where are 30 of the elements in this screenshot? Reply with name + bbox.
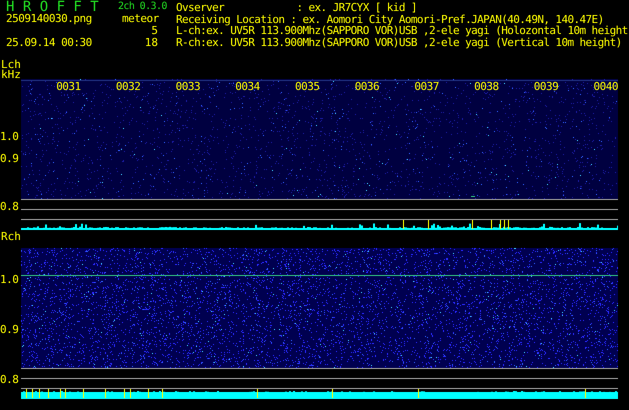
- info-line: L-ch:ex. UV5R 113.900Mhz(SAPPORO VOR)USB ,2-ele yagi (Holozontal 10m height: [176, 25, 628, 36]
- info-line: R-ch:ex. UV5R 113.900Mhz(SAPPORO VOR)USB ,2-ele yagi (Vertical 10m height): [176, 36, 622, 48]
- time-label: 0033: [176, 80, 200, 93]
- axis-tick-label: 0.9: [0, 324, 18, 335]
- time-label: 0040: [594, 80, 618, 93]
- info-line: Receiving Location : ex. Aomori City Aomori-Pref.JAPAN(40.49N, 140.47E): [176, 14, 605, 25]
- time-label: 0039: [534, 80, 558, 93]
- axis-tick-label: 0.8: [0, 374, 18, 386]
- meteor-label: meteor: [122, 13, 159, 25]
- meteor-count: 5: [150, 25, 158, 37]
- version-label: 2ch 0.3.0: [118, 1, 167, 13]
- channel-label: Lch: [1, 60, 21, 70]
- info-line: Ovserver : ex. JR7CYX [ kid ]: [176, 2, 418, 14]
- file-name: 2509140030.png: [5, 13, 93, 25]
- time-label: 0034: [235, 80, 260, 93]
- time-label: 0038: [474, 80, 499, 93]
- app-title: H R O F F T: [5, 1, 100, 13]
- time-label: 0037: [414, 80, 439, 93]
- time-label: 0031: [56, 80, 81, 93]
- meteor-count: 18: [144, 37, 158, 49]
- date-time: 25.09.14 00:30: [5, 37, 93, 49]
- axis-tick-label: 0.9: [0, 153, 18, 164]
- axis-tick-label: 1.0: [0, 130, 18, 142]
- time-label: 0035: [295, 80, 320, 93]
- channel-label: Rch: [1, 232, 21, 242]
- axis-tick-label: 0.8: [0, 200, 18, 212]
- time-label: 0036: [354, 80, 380, 93]
- axis-tick-label: 1.0: [0, 274, 18, 285]
- unit-label: kHz: [1, 70, 21, 80]
- time-label: 0032: [116, 80, 140, 93]
